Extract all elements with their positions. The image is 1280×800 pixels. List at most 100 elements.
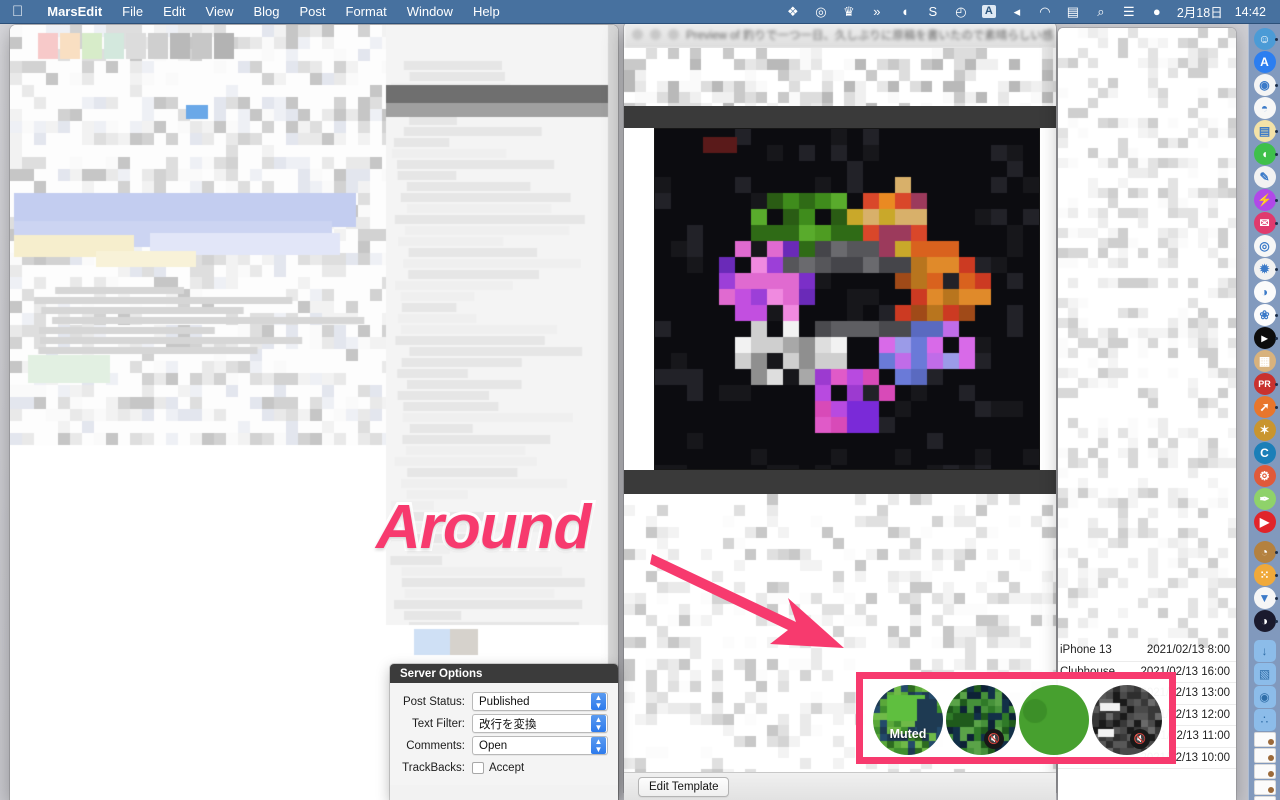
minimized-window-item[interactable]: [1252, 780, 1278, 795]
avatar-image: [1019, 685, 1089, 755]
minimized-window-item[interactable]: [1252, 764, 1278, 779]
pocket-dock-item[interactable]: ▼: [1252, 587, 1278, 609]
running-indicator: [1274, 620, 1278, 623]
terminal-icon: ▸: [1253, 327, 1276, 349]
dropbox-icon[interactable]: ❖: [779, 0, 807, 24]
input-method-icon[interactable]: A: [975, 0, 1003, 24]
preview-titlebar[interactable]: Preview of 釣りで一つ一日、久しぶりに原稿を書いたので素晴らしい感じに…: [624, 22, 1056, 48]
minimized-window-item[interactable]: [1252, 748, 1278, 763]
close-button[interactable]: [632, 29, 643, 40]
documents-stack-item[interactable]: ▧: [1252, 663, 1278, 685]
camera-dock-item[interactable]: ◎: [1252, 235, 1278, 257]
text-filter-row: Text Filter: 改行を変換 ▲ ▼: [394, 713, 608, 734]
scanner-dock-item[interactable]: ▦: [1252, 350, 1278, 372]
fireworks-icon: ✹: [1253, 258, 1276, 280]
volume-icon[interactable]: ◂: [1003, 0, 1031, 24]
dvd-player-icon: ◑: [1253, 281, 1276, 303]
menu-item-help[interactable]: Help: [463, 4, 510, 19]
fast-forward-icon[interactable]: »: [863, 0, 891, 24]
skitch-icon[interactable]: S: [919, 0, 947, 24]
location-icon[interactable]: ◎: [807, 0, 835, 24]
menu-item-window[interactable]: Window: [397, 4, 463, 19]
evernote-dock-item[interactable]: ◓: [1252, 97, 1278, 119]
menu-item-view[interactable]: View: [196, 4, 244, 19]
terminal-dock-item[interactable]: ▸: [1252, 327, 1278, 349]
running-indicator: [1274, 406, 1278, 409]
list-item[interactable]: iPhone 13 2021/02/13 8:00: [1058, 640, 1236, 662]
chevron-updown-icon: ▲ ▼: [591, 715, 606, 732]
downloads-stack-item[interactable]: ↓: [1252, 640, 1278, 662]
post-status-select[interactable]: Published ▲ ▼: [472, 692, 608, 711]
premiere-dock-item[interactable]: PR: [1252, 373, 1278, 395]
clock-icon[interactable]: ◴: [947, 0, 975, 24]
text-filter-select[interactable]: 改行を変換 ▲ ▼: [472, 714, 608, 733]
settings-dock-item[interactable]: ⚙: [1252, 465, 1278, 487]
obscured-preview-header: [624, 48, 1056, 106]
dvd-player-dock-item[interactable]: ◑: [1252, 281, 1278, 303]
comments-select[interactable]: Open ▲ ▼: [472, 736, 608, 755]
dock: ☺ A ◉ ◓ ▤ ◖ ✎ ⚡ ✉ ◎ ✹ ◑ ❀ ▸ ▦ PR ➚ ✶ C ⚙ ✒ ▶ ◔ ⁙ ▼ ◑ ↓ ▧ ◉ ∴: [1248, 24, 1280, 800]
gradient-app-dock-item[interactable]: ◑: [1252, 610, 1278, 632]
server-options-panel[interactable]: Server Options Post Status: Published ▲ ▼…: [390, 664, 618, 800]
youtube-dock-item[interactable]: ▶: [1252, 511, 1278, 533]
wifi-icon[interactable]: ◠: [1031, 0, 1059, 24]
search-icon[interactable]: ⌕: [1087, 0, 1115, 24]
user-avatar-icon[interactable]: ●: [1143, 0, 1171, 24]
compass-dock-item[interactable]: ✶: [1252, 419, 1278, 441]
fireworks-dock-item[interactable]: ✹: [1252, 258, 1278, 280]
screen: iPhone 13 2021/02/13 8:00 Clubhouse 2021…: [0, 0, 1280, 800]
zoom-button[interactable]: [668, 29, 679, 40]
chat-bubble-icon[interactable]: ◖: [891, 0, 919, 24]
menu-item-format[interactable]: Format: [336, 4, 397, 19]
mail-dock-item[interactable]: ✉: [1252, 212, 1278, 234]
avatar-muted-speaker[interactable]: Muted: [873, 685, 943, 755]
pages-dock-item[interactable]: ✎: [1252, 166, 1278, 188]
notes-icon: ▤: [1253, 120, 1276, 142]
pictures-stack-item[interactable]: ◉: [1252, 686, 1278, 708]
apps-stack-item[interactable]: ∴: [1252, 709, 1278, 731]
menu-item-edit[interactable]: Edit: [153, 4, 195, 19]
text-filter-label: Text Filter:: [411, 717, 465, 730]
airplay-icon[interactable]: ☰: [1115, 0, 1143, 24]
chrome-dock-item[interactable]: ◉: [1252, 74, 1278, 96]
clubhouse-dock-item[interactable]: C: [1252, 442, 1278, 464]
running-indicator: [1274, 153, 1278, 156]
minimized-window-item[interactable]: [1252, 732, 1278, 747]
minimize-button[interactable]: [650, 29, 661, 40]
photos-dock-item[interactable]: ❀: [1252, 304, 1278, 326]
running-indicator: [1274, 268, 1278, 271]
post-status-row: Post Status: Published ▲ ▼: [394, 691, 608, 712]
backup-icon[interactable]: ♛: [835, 0, 863, 24]
minimized-window-item[interactable]: [1252, 796, 1278, 800]
running-indicator: [1274, 314, 1278, 317]
edit-template-button[interactable]: Edit Template: [638, 776, 730, 797]
notebook-dock-item[interactable]: ✒: [1252, 488, 1278, 510]
rocket-dock-item[interactable]: ➚: [1252, 396, 1278, 418]
menu-item-file[interactable]: File: [112, 4, 153, 19]
rocket-icon: ➚: [1253, 396, 1276, 418]
avatar-speaker-4[interactable]: 🔇: [1092, 685, 1162, 755]
menu-item-post[interactable]: Post: [290, 4, 336, 19]
menu-bar-date[interactable]: 2月18日: [1171, 2, 1229, 21]
menu-item-app[interactable]: MarsEdit: [37, 4, 112, 19]
menu-bar-time[interactable]: 14:42: [1229, 5, 1272, 19]
app-store-dock-item[interactable]: A: [1252, 51, 1278, 73]
messages-dock-item[interactable]: ◖: [1252, 143, 1278, 165]
trackbacks-row: TrackBacks: Accept: [394, 757, 608, 778]
finder-dock-item[interactable]: ☺: [1252, 28, 1278, 50]
owl-app-dock-item[interactable]: ◔: [1252, 541, 1278, 563]
comments-label: Comments:: [406, 739, 465, 752]
downloads-stack-icon: ↓: [1253, 640, 1276, 662]
messenger-dock-item[interactable]: ⚡: [1252, 189, 1278, 211]
running-indicator: [1274, 574, 1278, 577]
battery-icon[interactable]: ▤: [1059, 0, 1087, 24]
running-indicator: [1274, 222, 1278, 225]
menu-item-blog[interactable]: Blog: [243, 4, 289, 19]
apple-menu-icon[interactable]: : [12, 4, 23, 19]
avatar-speaker-2[interactable]: 🔇: [946, 685, 1016, 755]
launchpad-dock-item[interactable]: ⁙: [1252, 564, 1278, 586]
notes-dock-item[interactable]: ▤: [1252, 120, 1278, 142]
trackbacks-accept-checkbox[interactable]: Accept: [472, 761, 524, 774]
avatar-speaker-3[interactable]: [1019, 685, 1089, 755]
running-indicator: [1274, 84, 1278, 87]
